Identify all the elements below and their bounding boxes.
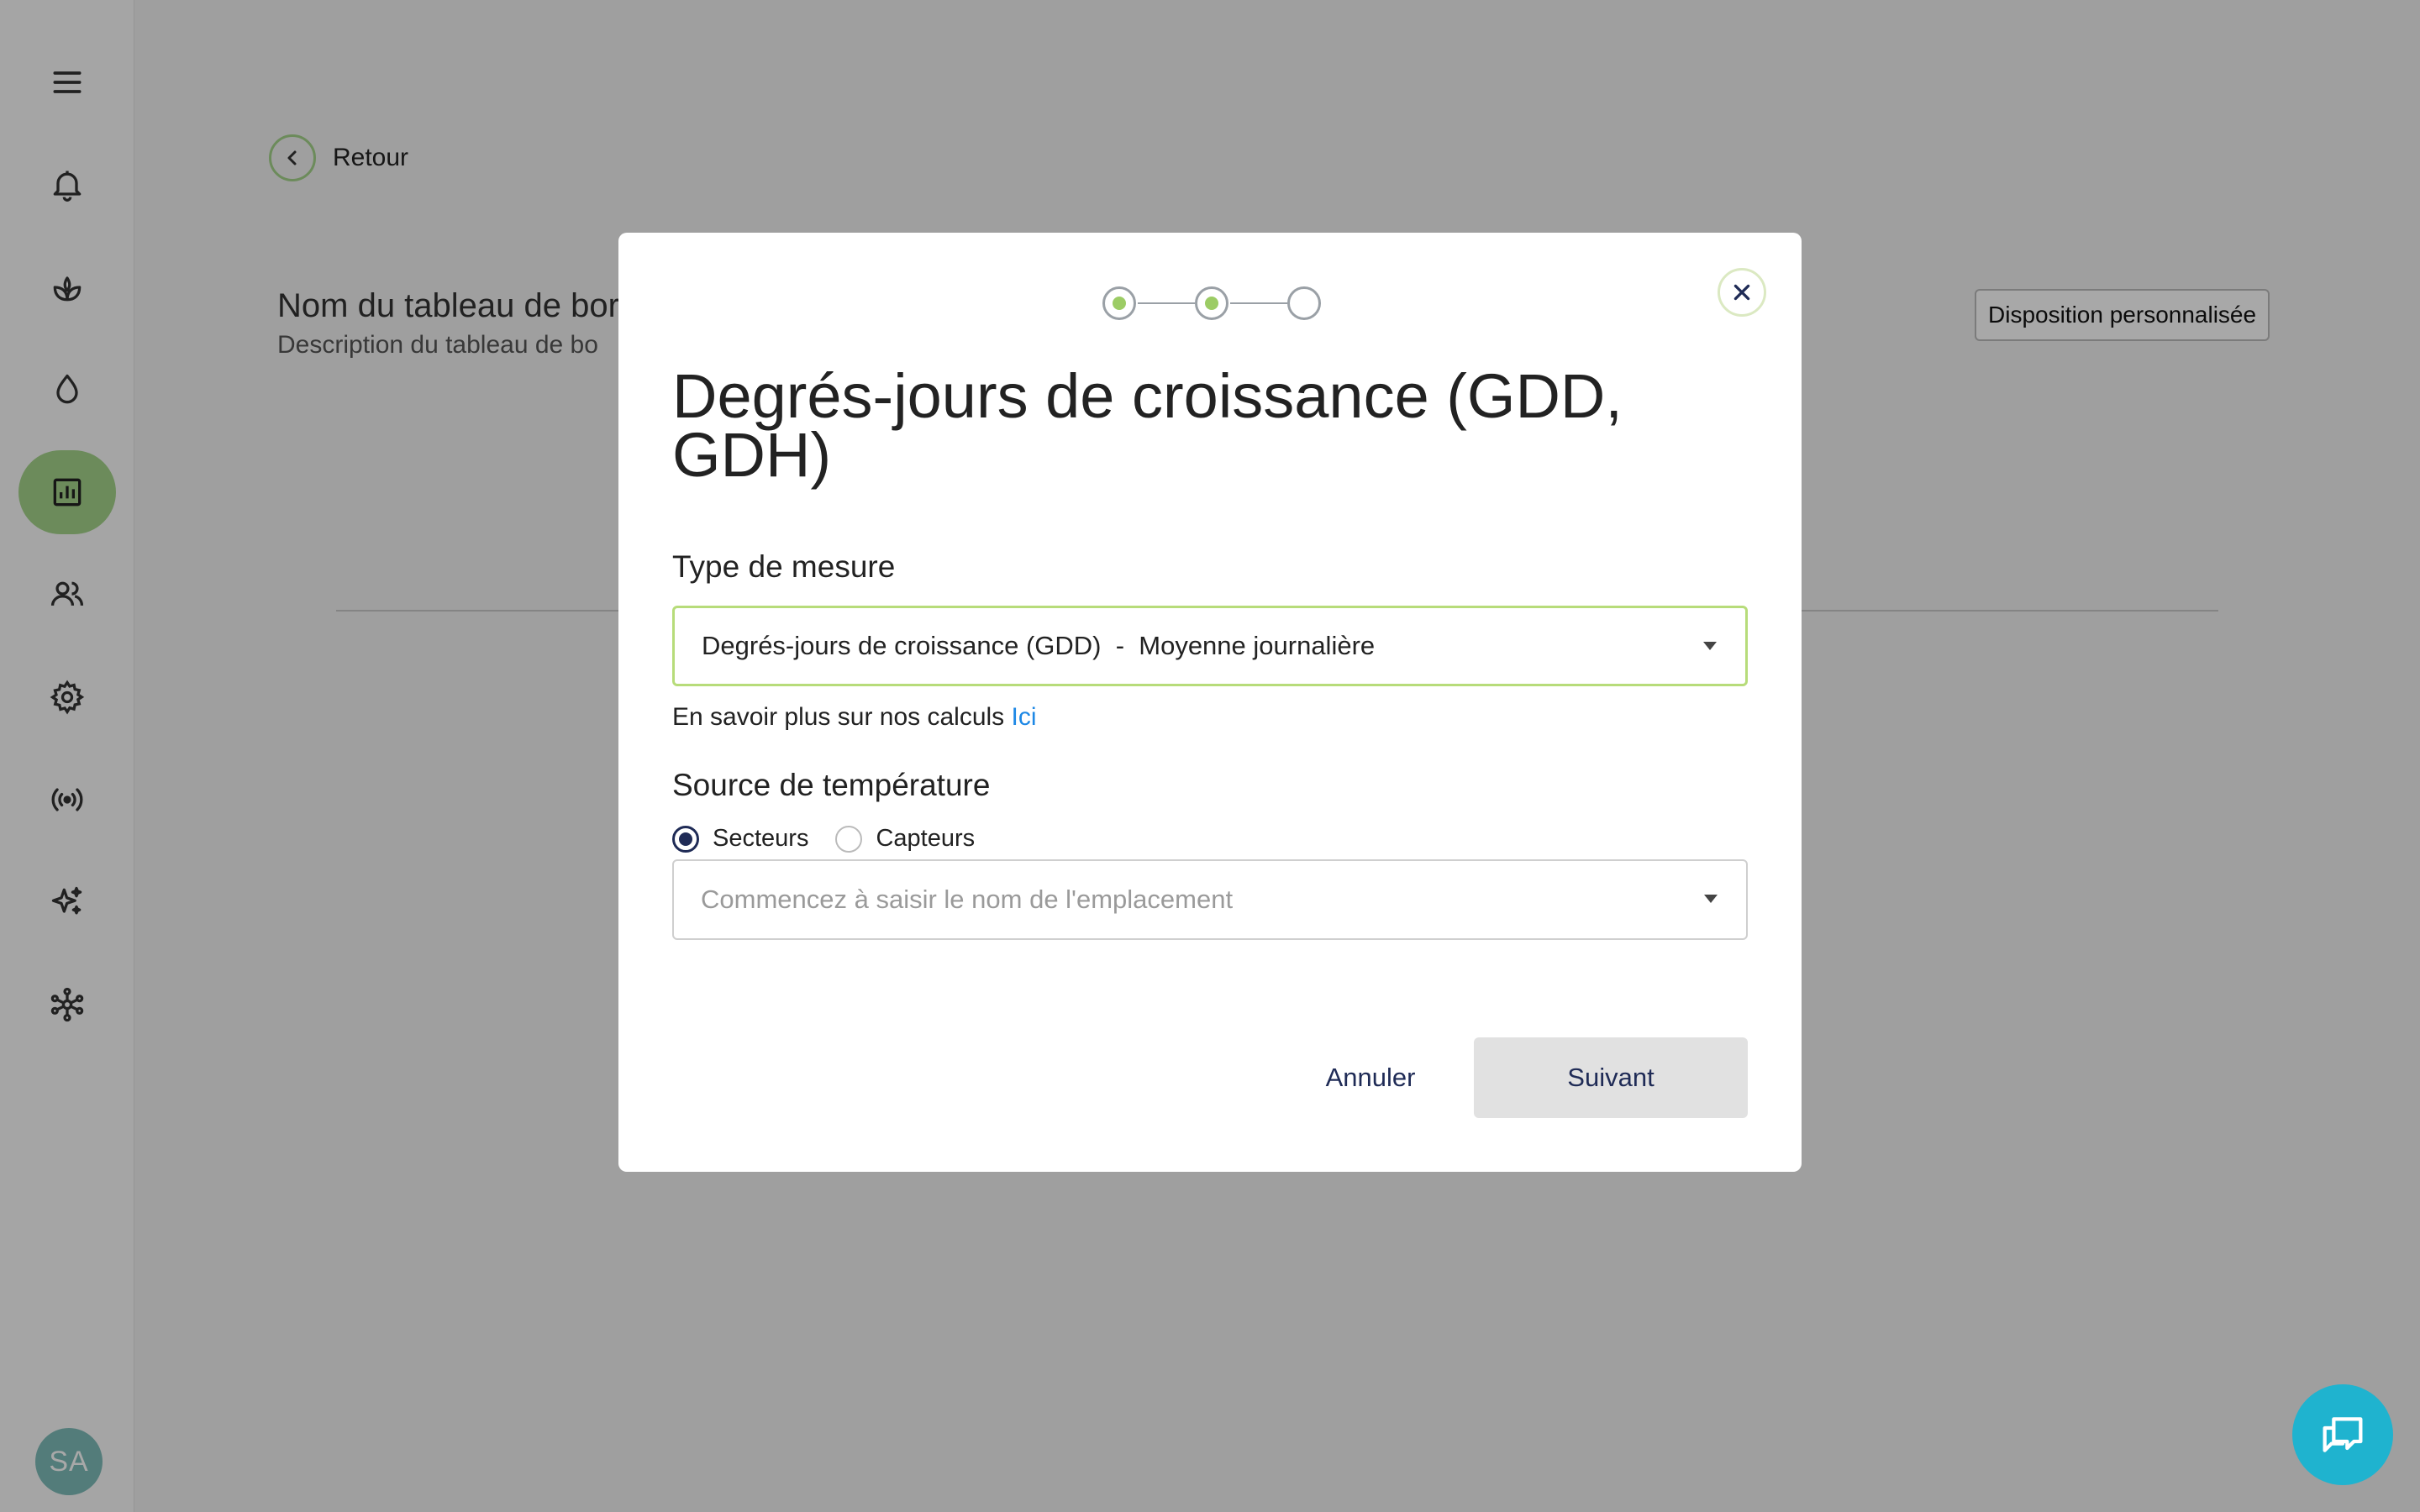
close-button[interactable] bbox=[1718, 268, 1766, 317]
cancel-button[interactable]: Annuler bbox=[1274, 1037, 1467, 1118]
radio-option-sensors[interactable]: Capteurs bbox=[835, 825, 975, 853]
dialog-title: Degrés-jours de croissance (GDD, GDH) bbox=[672, 361, 1623, 490]
learn-more: En savoir plus sur nos calculs Ici bbox=[672, 703, 1037, 732]
location-select[interactable]: Commencez à saisir le nom de l'emplaceme… bbox=[672, 859, 1748, 940]
chevron-down-icon bbox=[1704, 895, 1718, 903]
next-button[interactable]: Suivant bbox=[1474, 1037, 1748, 1118]
step-3-upcoming bbox=[1287, 286, 1321, 320]
measure-type-select[interactable]: Degrés-jours de croissance (GDD) - Moyen… bbox=[672, 606, 1748, 686]
learn-more-link[interactable]: Ici bbox=[1012, 703, 1037, 731]
chevron-down-icon bbox=[1703, 642, 1717, 650]
chat-button[interactable] bbox=[2292, 1384, 2393, 1485]
step-2-current bbox=[1195, 286, 1228, 320]
radio-sensors[interactable] bbox=[835, 825, 863, 853]
learn-more-text: En savoir plus sur nos calculs bbox=[672, 703, 1012, 731]
temperature-source-radio-group: Secteurs Capteurs bbox=[672, 825, 1002, 853]
chat-bubbles-icon bbox=[2323, 1417, 2363, 1452]
stepper bbox=[1102, 286, 1321, 320]
measure-type-value: Degrés-jours de croissance (GDD) - Moyen… bbox=[702, 631, 1376, 660]
radio-sensors-label[interactable]: Capteurs bbox=[876, 825, 975, 853]
step-connector bbox=[1138, 302, 1195, 304]
radio-sectors-label[interactable]: Secteurs bbox=[713, 825, 808, 853]
radio-sectors[interactable] bbox=[672, 825, 699, 853]
step-connector bbox=[1230, 302, 1287, 304]
radio-option-sectors[interactable]: Secteurs bbox=[672, 825, 808, 853]
measure-type-label: Type de mesure bbox=[672, 549, 896, 584]
location-placeholder: Commencez à saisir le nom de l'emplaceme… bbox=[701, 885, 1234, 914]
close-icon bbox=[1733, 284, 1750, 301]
step-1-complete bbox=[1102, 286, 1136, 320]
temperature-source-label: Source de température bbox=[672, 768, 991, 802]
gdd-widget-dialog: Degrés-jours de croissance (GDD, GDH) Ty… bbox=[618, 233, 1802, 1172]
